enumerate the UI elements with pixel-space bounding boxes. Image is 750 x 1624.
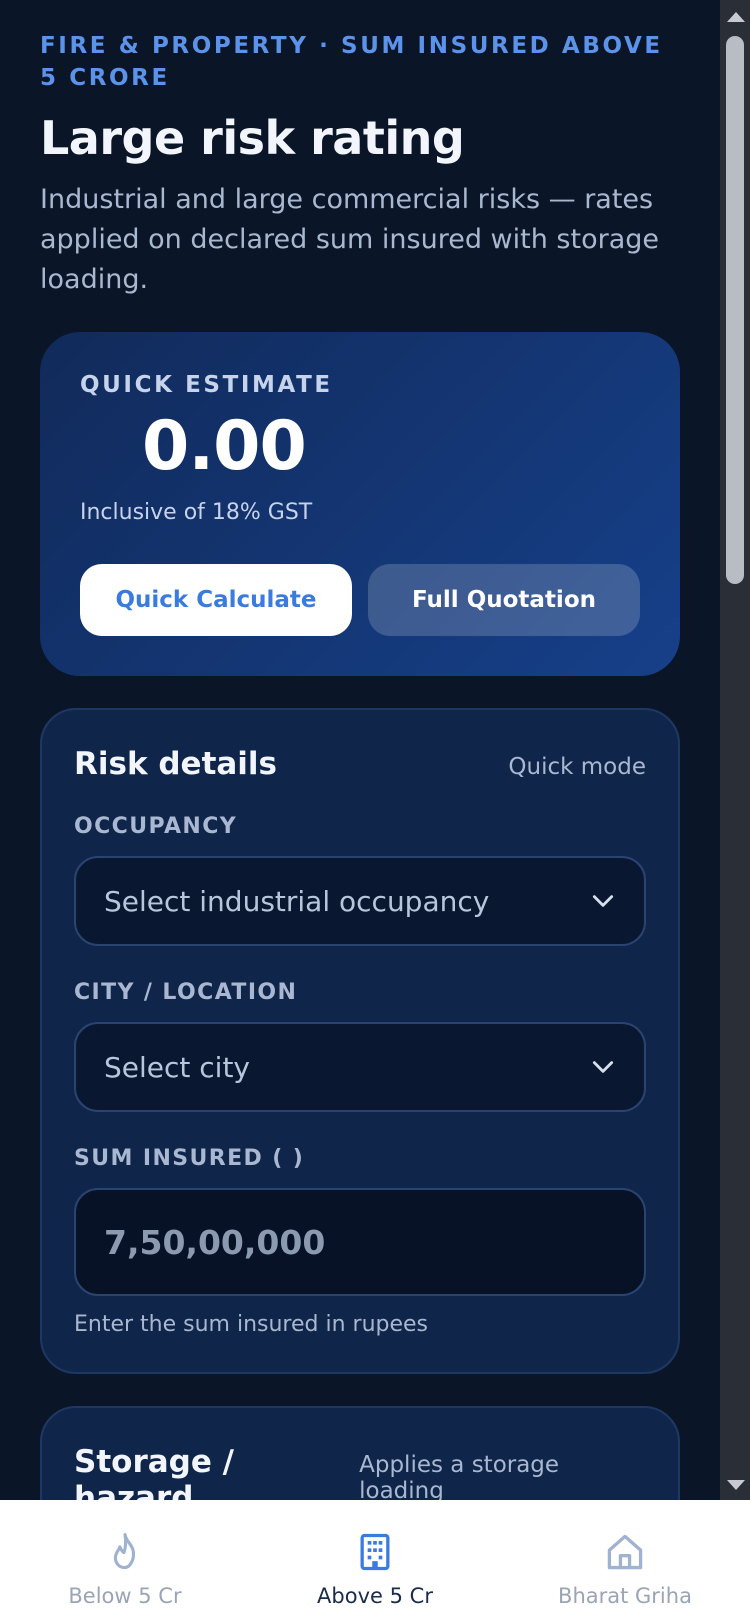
home-icon bbox=[607, 1534, 643, 1570]
nav-item-above-5cr[interactable]: Above 5 Cr bbox=[265, 1530, 485, 1608]
estimate-note: Inclusive of 18% GST bbox=[80, 500, 313, 525]
scroll-down-arrow-icon[interactable] bbox=[727, 1480, 745, 1490]
occupancy-select[interactable]: Select industrial occupancy bbox=[74, 856, 646, 946]
mode-indicator: Quick mode bbox=[508, 754, 646, 780]
estimate-actions: Quick Calculate Full Quotation bbox=[80, 564, 640, 636]
nav-label: Below 5 Cr bbox=[68, 1584, 182, 1608]
occupancy-select-value: Select industrial occupancy bbox=[104, 884, 490, 918]
storage-hint: Applies a storage loading bbox=[359, 1452, 560, 1500]
chevron-down-icon bbox=[592, 895, 614, 907]
city-label: CITY / LOCATION bbox=[74, 980, 298, 1005]
nav-label: Above 5 Cr bbox=[317, 1584, 433, 1608]
page-description: Industrial and large commercial risks — … bbox=[40, 184, 659, 295]
city-select[interactable]: Select city bbox=[74, 1022, 646, 1112]
storage-hazard-panel: Storage / hazard Applies a storage loadi… bbox=[40, 1406, 680, 1500]
risk-details-header: Risk details Quick mode bbox=[74, 746, 646, 782]
quick-estimate-card: QUICK ESTIMATE 0.00 Inclusive of 18% GST… bbox=[40, 332, 680, 676]
occupancy-label: OCCUPANCY bbox=[74, 814, 238, 839]
sum-insured-label: SUM INSURED ( ) bbox=[74, 1146, 305, 1171]
building-icon bbox=[360, 1533, 390, 1571]
scrollbar-thumb[interactable] bbox=[726, 36, 744, 584]
sum-insured-input[interactable] bbox=[104, 1222, 616, 1262]
nav-item-bharat-griha[interactable]: Bharat Griha bbox=[515, 1530, 735, 1608]
storage-title: Storage / hazard bbox=[74, 1444, 234, 1500]
sum-insured-help: Enter the sum insured in rupees bbox=[74, 1312, 429, 1337]
bottom-navigation: Below 5 Cr Above 5 Cr Bharat Griha bbox=[0, 1500, 750, 1624]
quick-calculate-button[interactable]: Quick Calculate bbox=[80, 564, 352, 636]
main-scroll-area[interactable]: FIRE & PROPERTY · SUM INSURED ABOVE 5 CR… bbox=[0, 0, 720, 1500]
risk-details-panel: Risk details Quick mode OCCUPANCY Select… bbox=[40, 708, 680, 1374]
risk-details-title: Risk details bbox=[74, 746, 278, 782]
storage-header: Storage / hazard Applies a storage loadi… bbox=[74, 1444, 646, 1500]
flame-icon bbox=[113, 1533, 136, 1570]
nav-label: Bharat Griha bbox=[558, 1584, 692, 1608]
page-eyebrow: FIRE & PROPERTY · SUM INSURED ABOVE 5 CR… bbox=[40, 33, 663, 91]
vertical-scrollbar[interactable] bbox=[720, 0, 750, 1500]
page-content: FIRE & PROPERTY · SUM INSURED ABOVE 5 CR… bbox=[0, 0, 720, 1500]
estimate-label: QUICK ESTIMATE bbox=[80, 372, 333, 398]
scroll-up-arrow-icon[interactable] bbox=[727, 12, 745, 22]
estimate-value: 0.00 bbox=[142, 407, 307, 486]
nav-item-below-5cr[interactable]: Below 5 Cr bbox=[15, 1530, 235, 1608]
city-select-value: Select city bbox=[104, 1050, 251, 1084]
full-quotation-button[interactable]: Full Quotation bbox=[368, 564, 640, 636]
sum-insured-field[interactable] bbox=[74, 1188, 646, 1296]
chevron-down-icon bbox=[592, 1061, 614, 1073]
page-title: Large risk rating bbox=[40, 111, 465, 165]
